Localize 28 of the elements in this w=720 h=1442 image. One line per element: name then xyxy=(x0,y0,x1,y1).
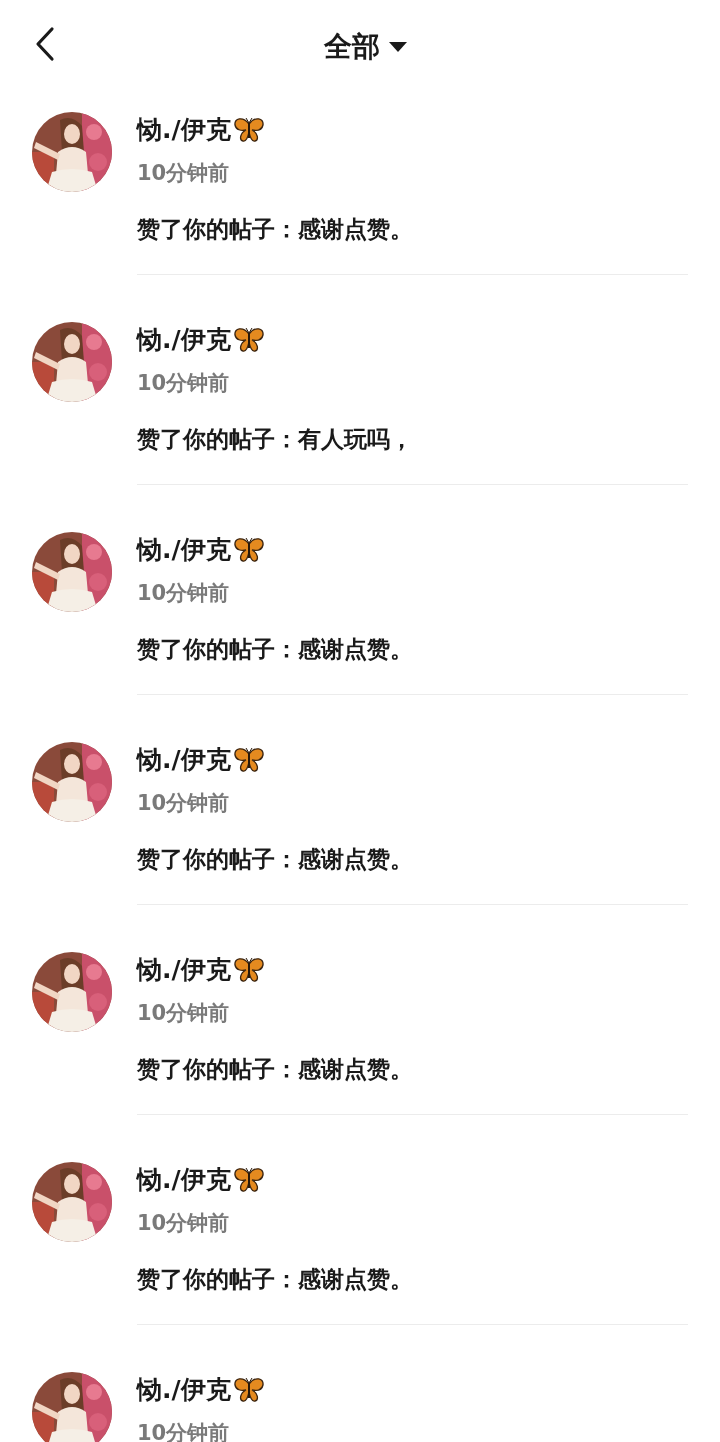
notification-message: 赞了你的帖子：感谢点赞。 xyxy=(137,1055,414,1084)
dropdown-caret-icon[interactable] xyxy=(388,41,408,53)
notification-message: 赞了你的帖子：有人玩吗， xyxy=(137,425,414,454)
butterfly-icon xyxy=(232,1166,265,1194)
user-name[interactable]: 恸./伊克 xyxy=(137,1372,231,1408)
notification-message: 赞了你的帖子：感谢点赞。 xyxy=(137,1265,414,1294)
butterfly-icon xyxy=(232,956,265,984)
time-ago: 10分钟前 xyxy=(137,1210,230,1237)
user-name[interactable]: 恸./伊克 xyxy=(137,1162,231,1198)
user-name[interactable]: 恸./伊克 xyxy=(137,742,231,778)
time-ago: 10分钟前 xyxy=(137,580,230,607)
notification-message: 赞了你的帖子：感谢点赞。 xyxy=(137,635,414,664)
user-name[interactable]: 恸./伊克 xyxy=(137,532,231,568)
user-name[interactable]: 恸./伊克 xyxy=(137,322,231,358)
user-name[interactable]: 恸./伊克 xyxy=(137,112,231,148)
notification-message: 赞了你的帖子：感谢点赞。 xyxy=(137,215,414,244)
butterfly-icon xyxy=(232,746,265,774)
time-ago: 10分钟前 xyxy=(137,1000,230,1027)
butterfly-icon xyxy=(232,116,265,144)
user-name[interactable]: 恸./伊克 xyxy=(137,952,231,988)
time-ago: 10分钟前 xyxy=(137,370,230,397)
time-ago: 10分钟前 xyxy=(137,790,230,817)
notification-message: 赞了你的帖子：感谢点赞。 xyxy=(137,845,414,874)
butterfly-icon xyxy=(232,1376,265,1404)
butterfly-icon xyxy=(232,536,265,564)
filter-title[interactable]: 全部 xyxy=(324,29,380,65)
butterfly-icon xyxy=(232,326,265,354)
time-ago: 10分钟前 xyxy=(137,160,230,187)
